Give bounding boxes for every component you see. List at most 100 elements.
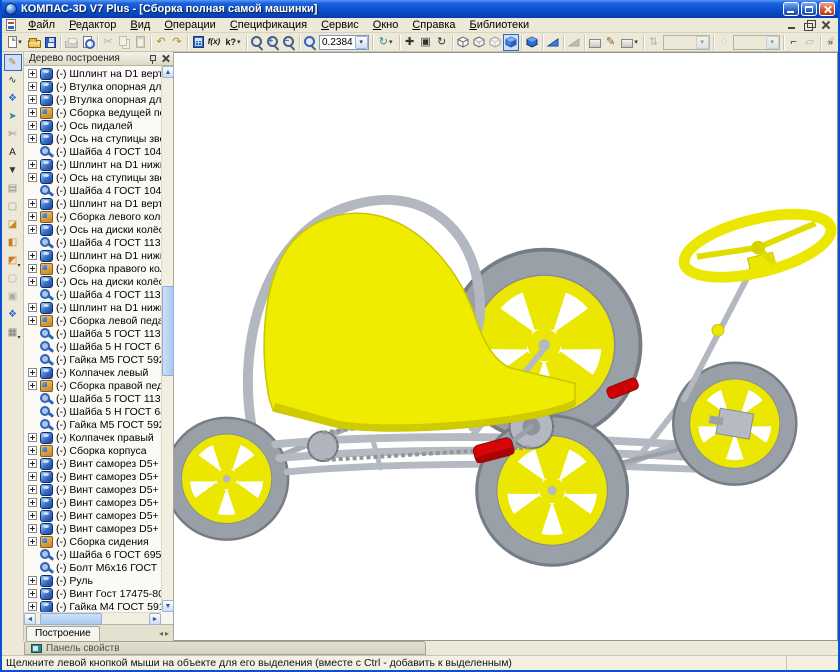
zoom-in-button[interactable]: + — [265, 34, 281, 51]
library-cabinet-button[interactable]: ▦▾ — [4, 324, 22, 341]
undo-button[interactable]: ↶ — [153, 34, 169, 51]
vertical-scroll-thumb[interactable] — [162, 286, 174, 376]
tree-item[interactable]: (-) Сборка правой педальки — [24, 379, 173, 392]
tree-item[interactable]: (-) Шайба 4 ГОСТ 10450-78 (3) — [24, 145, 173, 158]
tree-expand-icon[interactable] — [28, 121, 37, 130]
mate-tool-2-button[interactable]: ▣ — [4, 288, 22, 305]
repaint-button[interactable]: ✎ — [603, 34, 619, 51]
tree-item[interactable]: (-) Винт саморез D5+ L25 (1) — [24, 457, 173, 470]
open-document-button[interactable] — [26, 34, 42, 51]
build-tree-button[interactable]: ✎ — [4, 54, 22, 71]
scroll-up-arrow-icon[interactable]: ▲ — [162, 66, 174, 78]
tab-construction[interactable]: Построение — [26, 626, 100, 641]
print-preview-button[interactable] — [79, 34, 95, 51]
component-tool-button[interactable]: ❖ — [4, 306, 22, 323]
tree-item[interactable]: (-) Шплинт на D1 вертикальный — [24, 197, 173, 210]
scroll-left-arrow-icon[interactable]: ◄ — [24, 613, 36, 625]
hidden-lines-thin-button[interactable] — [487, 34, 503, 51]
tree-item[interactable]: (-) Гайка М5 ГОСТ 5927-70 (5) — [24, 353, 173, 366]
perspective-button[interactable] — [587, 34, 603, 51]
mdi-minimize-button[interactable] — [786, 20, 798, 30]
tree-expand-icon[interactable] — [28, 173, 37, 182]
tree-item[interactable]: (-) Винт саморез D5+ L25 (4) — [24, 496, 173, 509]
tab-scroll-arrows[interactable]: ◂▸ — [159, 629, 171, 641]
viewport[interactable] — [174, 52, 838, 641]
mdi-restore-button[interactable] — [803, 20, 815, 30]
zoom-select-button[interactable] — [249, 34, 265, 51]
calculator-button[interactable] — [190, 34, 206, 51]
tree-expand-icon[interactable] — [28, 199, 37, 208]
tree-expand-icon[interactable] — [28, 264, 37, 273]
front-left-wheel[interactable] — [477, 416, 628, 565]
tree-item[interactable]: (-) Шплинт на D1 нижний (3) — [24, 249, 173, 262]
panel-close-icon[interactable] — [161, 54, 171, 64]
wireframe-button[interactable] — [455, 34, 471, 51]
close-button[interactable] — [819, 2, 835, 16]
tree-item[interactable]: (-) Шайба 5 ГОСТ 11371-78 (3) — [24, 327, 173, 340]
tree-item[interactable]: (-) Шайба 6 ГОСТ 6958-78 — [24, 548, 173, 561]
edit-part-button[interactable]: ◪ — [4, 216, 22, 233]
tree-item[interactable]: (-) Ось на диски колёс (1) — [24, 223, 173, 236]
param-combo-1-dropdown-icon[interactable]: ▾ — [696, 36, 709, 49]
tree-expand-icon[interactable] — [28, 433, 37, 442]
mdi-close-button[interactable] — [820, 20, 832, 30]
scroll-down-arrow-icon[interactable]: ▼ — [162, 600, 174, 612]
tree-item[interactable]: (-) Шайба 4 ГОСТ 10450-78 (4) — [24, 184, 173, 197]
tree-expand-icon[interactable] — [28, 576, 37, 585]
menu-item-1[interactable]: Файл — [21, 18, 62, 32]
tree-item[interactable]: (-) Ось на ступицы звездочек в — [24, 132, 173, 145]
tree-item[interactable]: (-) Втулка опорная для осей пра — [24, 93, 173, 106]
redo-button[interactable]: ↷ — [169, 34, 185, 51]
menu-item-4[interactable]: Операции — [157, 18, 222, 32]
menu-item-5[interactable]: Спецификация — [223, 18, 314, 32]
tree-item[interactable]: (-) Сборка ведущей передачи — [24, 106, 173, 119]
tree-horizontal-scrollbar[interactable]: ◄ ► — [24, 612, 161, 624]
tree-item[interactable]: (-) Сборка корпуса — [24, 444, 173, 457]
tree-item[interactable]: (-) Винт саморез D5+ L25 (5) — [24, 509, 173, 522]
edit-assembly-button[interactable]: ◧ — [4, 234, 22, 251]
section-view-button[interactable] — [545, 34, 561, 51]
filter-button[interactable]: ▼ — [4, 162, 22, 179]
tree-item[interactable]: (-) Руль — [24, 574, 173, 587]
zoom-scale-combo[interactable]: 0.2384▾ — [319, 35, 369, 50]
tree-item[interactable]: (-) Втулка опорная для осей лев — [24, 80, 173, 93]
tree-expand-icon[interactable] — [28, 498, 37, 507]
menu-item-8[interactable]: Справка — [405, 18, 462, 32]
tree-item[interactable]: (-) Шайба 5 Н ГОСТ 6402-70 (2) — [24, 405, 173, 418]
horizontal-scroll-thumb[interactable] — [40, 613, 102, 625]
tree-expand-icon[interactable] — [28, 108, 37, 117]
clip-tool-button[interactable]: ✄ — [4, 126, 22, 143]
tree-item[interactable]: (-) Винт саморез D5+ L25 (6) — [24, 522, 173, 535]
edit-assembly-alt-button[interactable]: ◩▾ — [4, 252, 22, 269]
tree-expand-icon[interactable] — [28, 303, 37, 312]
steering-wheel[interactable] — [678, 202, 837, 290]
aux-geometry-button[interactable]: ▢ — [4, 198, 22, 215]
zoom-out-button[interactable]: − — [281, 34, 297, 51]
tree-item[interactable]: (-) Винт саморез D5+ L25 (2) — [24, 470, 173, 483]
tree-item[interactable]: (-) Ось пидалей — [24, 119, 173, 132]
tree-item[interactable]: (-) Шплинт на D1 вертикальный — [24, 67, 173, 80]
shaded-button[interactable] — [503, 34, 519, 51]
pin-icon[interactable] — [148, 54, 158, 64]
rotate-view-button[interactable]: ↻ — [434, 34, 450, 51]
tree-expand-icon[interactable] — [28, 277, 37, 286]
tree-expand-icon[interactable] — [28, 82, 37, 91]
scroll-right-arrow-icon[interactable]: ► — [149, 613, 161, 625]
pan-button[interactable]: ✚ — [402, 34, 418, 51]
tree-expand-icon[interactable] — [28, 381, 37, 390]
save-document-button[interactable] — [42, 34, 58, 51]
tree-expand-icon[interactable] — [28, 95, 37, 104]
local-frame-button[interactable]: ⌐ — [786, 34, 802, 51]
tree-expand-icon[interactable] — [28, 602, 37, 611]
tree-item[interactable]: (-) Колпачек левый — [24, 366, 173, 379]
tree-expand-icon[interactable] — [28, 225, 37, 234]
tree-expand-icon[interactable] — [28, 446, 37, 455]
tree-expand-icon[interactable] — [28, 537, 37, 546]
tree-expand-icon[interactable] — [28, 69, 37, 78]
menu-item-7[interactable]: Окно — [366, 18, 406, 32]
context-help-button[interactable]: k?▾ — [222, 34, 244, 51]
display-options-button[interactable]: ▾ — [619, 34, 641, 51]
tree-item[interactable]: (-) Винт саморез D5+ L25 (3) — [24, 483, 173, 496]
tree-item[interactable]: (-) Сборка левого колеса (1) — [24, 210, 173, 223]
tree-expand-icon[interactable] — [28, 316, 37, 325]
